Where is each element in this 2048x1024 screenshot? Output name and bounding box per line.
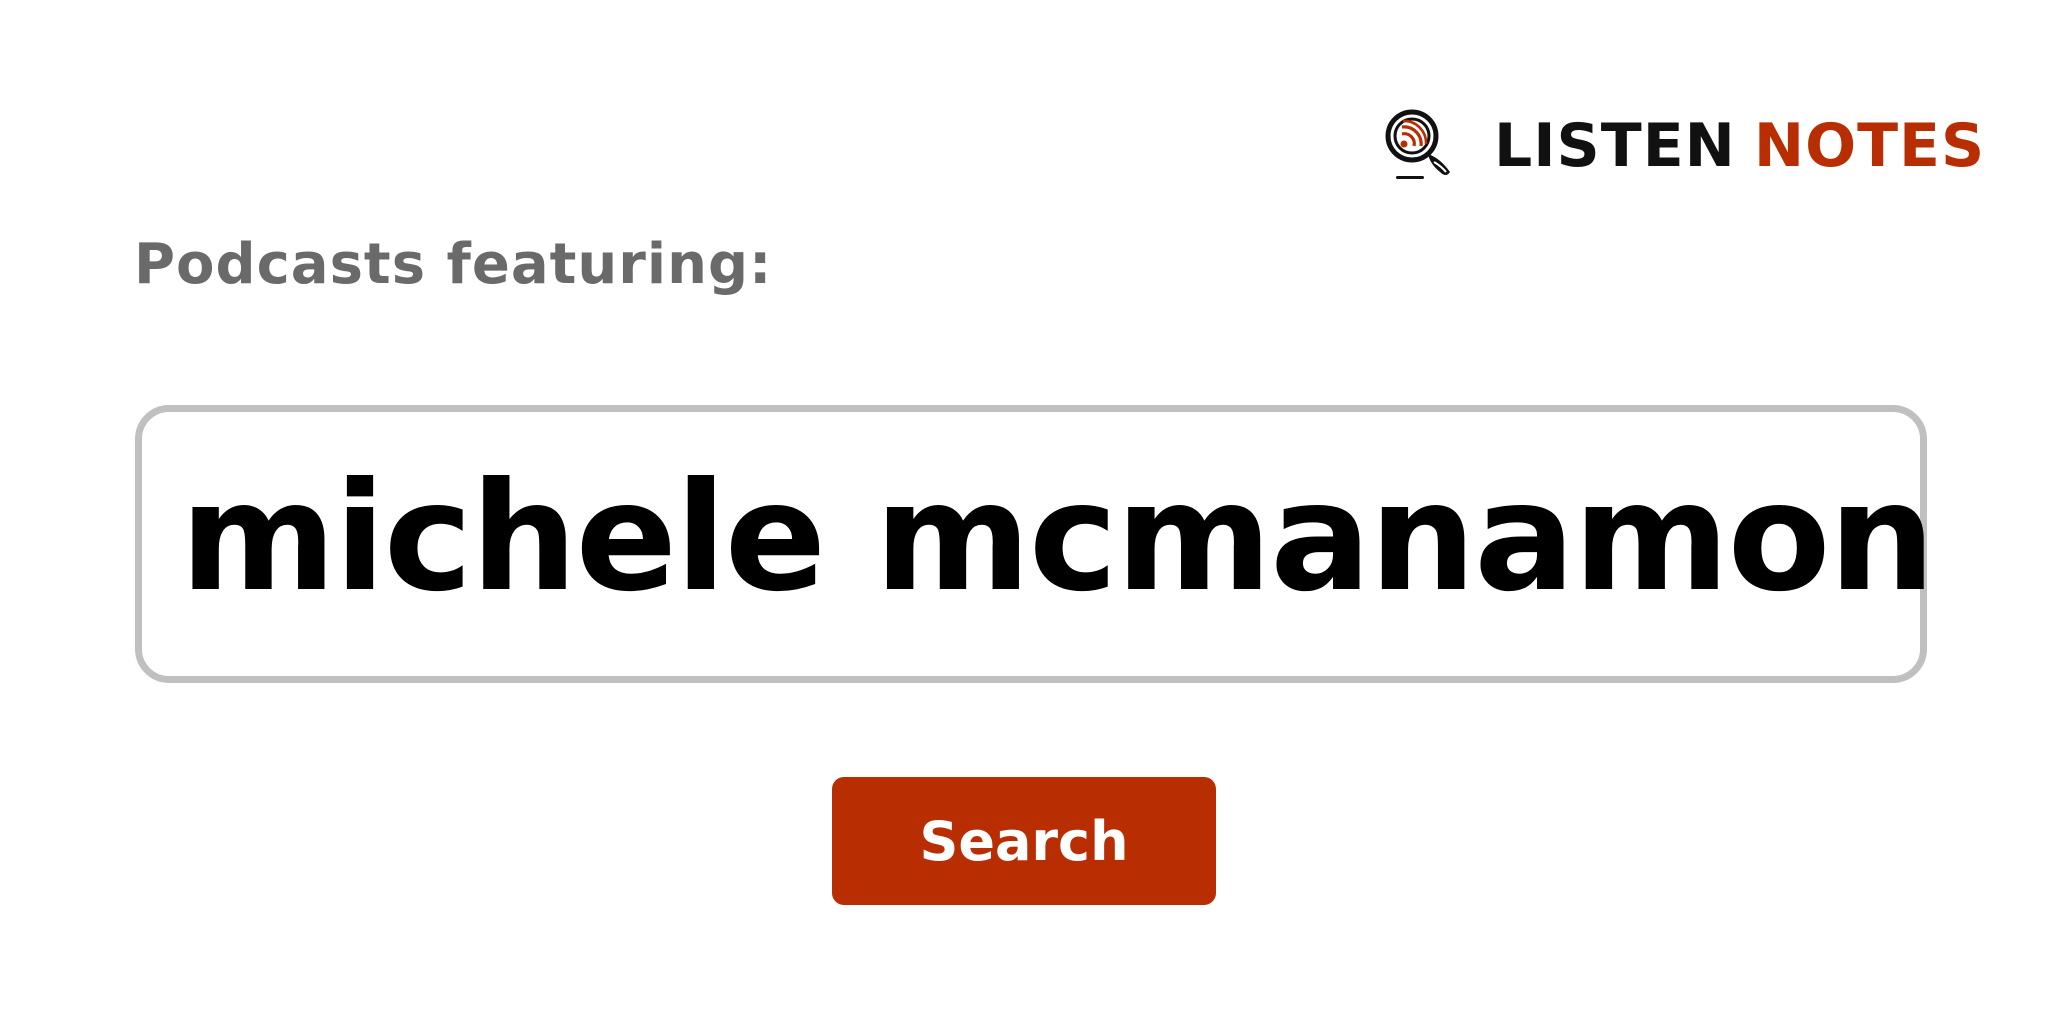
page: LISTEN NOTES Podcasts featuring: michele … — [0, 0, 2048, 1024]
logo-word-listen: LISTEN — [1494, 111, 1736, 181]
search-input-value[interactable]: michele mcmanamon — [180, 438, 1970, 638]
listen-notes-logo[interactable]: LISTEN NOTES — [1380, 106, 1985, 186]
search-button[interactable]: Search — [832, 777, 1216, 905]
logo-word-notes: NOTES — [1753, 111, 1986, 181]
logo-wordmark: LISTEN NOTES — [1494, 116, 1985, 176]
page-heading: Podcasts featuring: — [134, 232, 773, 297]
podcast-search-icon — [1385, 109, 1450, 179]
